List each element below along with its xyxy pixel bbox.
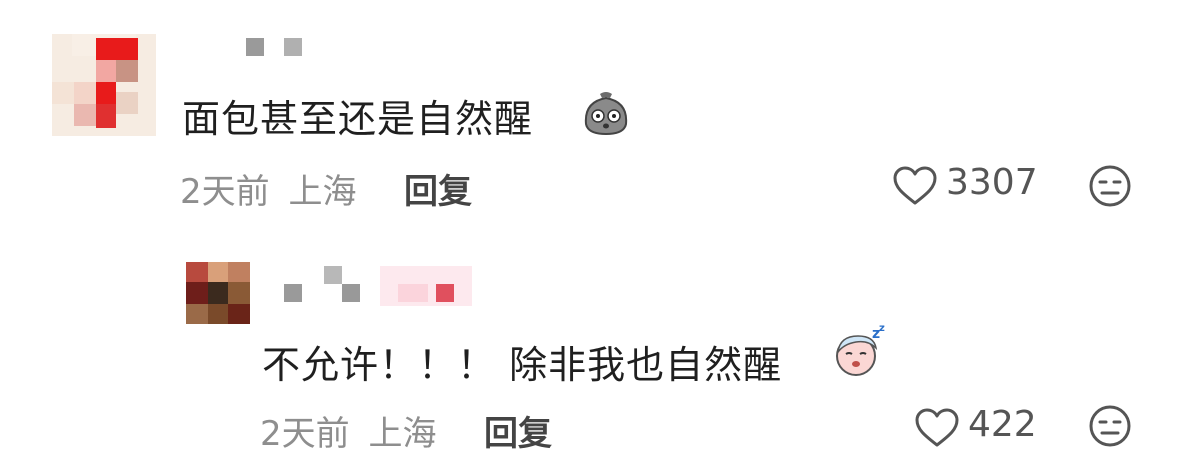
avatar[interactable] — [186, 262, 250, 324]
comment-text: 面包甚至还是自然醒 — [182, 88, 533, 143]
like-count: 3307 — [946, 162, 1038, 203]
comment-location: 上海 — [288, 172, 357, 212]
reply-button[interactable]: 回复 — [404, 164, 472, 213]
like-button[interactable]: 422 — [914, 404, 1044, 450]
heart-icon — [893, 166, 937, 205]
comment-text-content: 不允许！！！ 除非我也自然醒 — [262, 343, 783, 387]
heart-icon — [915, 408, 959, 447]
comment-time: 2天前 — [260, 414, 350, 454]
comment-time: 2天前 — [180, 172, 270, 212]
like-button[interactable]: 3307 — [892, 162, 1042, 208]
username[interactable] — [284, 266, 484, 306]
comment-location: 上海 — [368, 414, 437, 454]
dislike-face-icon[interactable] — [1088, 164, 1132, 208]
avatar[interactable] — [52, 34, 156, 136]
comment-text: 不允许！！！ 除非我也自然醒 — [262, 334, 782, 389]
username[interactable] — [246, 38, 306, 56]
comment-meta: 2天前 上海 — [260, 406, 436, 455]
dislike-face-icon[interactable] — [1088, 404, 1132, 448]
svg-text:z: z — [879, 323, 885, 334]
comment-meta: 2天前 上海 — [180, 164, 356, 213]
sleeping-face-emoji-icon: z z — [836, 323, 885, 376]
comment-text-content: 面包甚至还是自然醒 — [182, 97, 534, 141]
like-count: 422 — [968, 404, 1037, 445]
sleepy-bun-emoji-icon — [584, 92, 628, 136]
reply-button[interactable]: 回复 — [484, 406, 552, 455]
